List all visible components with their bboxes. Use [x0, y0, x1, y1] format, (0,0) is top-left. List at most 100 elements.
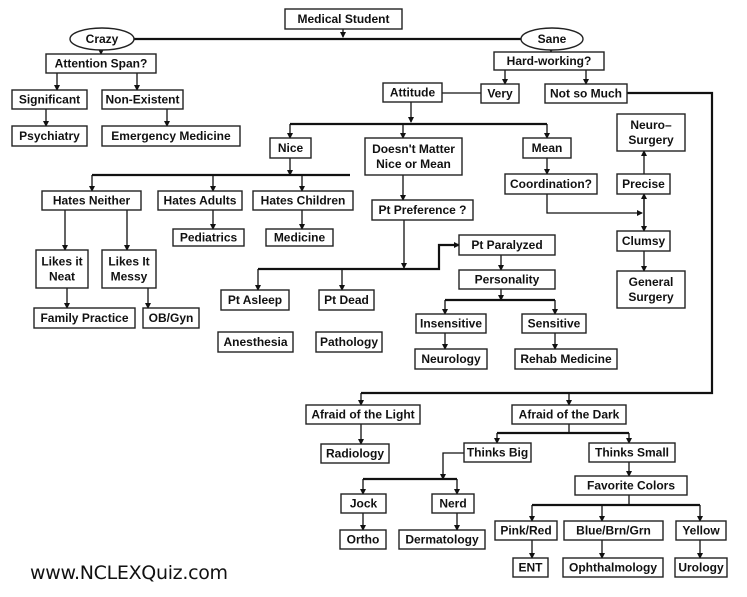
node-emergency-medicine: Emergency Medicine — [101, 125, 241, 147]
node-significant: Significant — [11, 89, 88, 110]
node-label: Significant — [19, 93, 80, 107]
node-favorite-colors: Favorite Colors — [574, 475, 688, 496]
node-label: Very — [487, 87, 513, 101]
node-label: Surgery — [628, 133, 674, 147]
node-label: Psychiatry — [19, 129, 80, 143]
node-afraid-dark: Afraid of the Dark — [511, 404, 627, 425]
node-attitude: Attitude — [382, 82, 443, 103]
node-label: Pt Preference ? — [378, 203, 466, 217]
node-label: Sane — [538, 32, 567, 46]
node-pt-preference: Pt Preference ? — [371, 199, 474, 221]
node-label: Afraid of the Light — [311, 408, 414, 422]
node-label: Urology — [678, 561, 724, 575]
node-label: Neurology — [421, 352, 481, 366]
node-coordination: Coordination? — [504, 173, 598, 195]
node-label: Pink/Red — [500, 524, 551, 538]
node-label: Precise — [622, 177, 665, 191]
node-label: Clumsy — [622, 234, 666, 248]
node-label: Pathology — [320, 335, 378, 349]
node-jock: Jock — [340, 493, 387, 514]
node-psychiatry: Psychiatry — [11, 125, 88, 147]
node-neuro-surgery: Neuro–Surgery — [616, 113, 686, 152]
node-label: Hates Adults — [164, 194, 237, 208]
node-label: Jock — [350, 497, 378, 511]
node-neurology: Neurology — [414, 348, 488, 370]
node-hates-neither: Hates Neither — [41, 190, 142, 211]
website-footer: www.NCLEXQuiz.com — [30, 562, 228, 584]
node-not-so-much: Not so Much — [544, 83, 628, 104]
node-label: Crazy — [86, 32, 119, 46]
node-nice: Nice — [269, 137, 312, 159]
node-label: OB/Gyn — [149, 311, 194, 325]
node-likes-messy: Likes ItMessy — [101, 249, 157, 289]
node-hates-adults: Hates Adults — [157, 190, 243, 211]
node-pt-asleep: Pt Asleep — [220, 289, 290, 311]
node-label: Favorite Colors — [587, 479, 675, 493]
node-label: Blue/Brn/Grn — [576, 524, 651, 538]
node-urology: Urology — [674, 557, 728, 578]
node-label: Neuro– — [630, 118, 672, 132]
node-afraid-light: Afraid of the Light — [305, 404, 421, 425]
node-label: Rehab Medicine — [520, 352, 612, 366]
node-mean: Mean — [522, 137, 572, 159]
node-label: Sensitive — [528, 317, 581, 331]
node-label: Surgery — [628, 290, 674, 304]
node-label: Anesthesia — [223, 335, 287, 349]
node-ortho: Ortho — [339, 529, 387, 550]
node-blue-brn-grn: Blue/Brn/Grn — [563, 520, 664, 541]
connector-line — [258, 242, 460, 271]
node-label: ENT — [519, 561, 544, 575]
node-label: Family Practice — [40, 311, 128, 325]
node-label: Radiology — [326, 447, 384, 461]
node-label: Pt Paralyzed — [471, 238, 542, 252]
node-label: Pt Dead — [324, 293, 369, 307]
node-label: Yellow — [682, 524, 720, 538]
node-insensitive: Insensitive — [415, 313, 487, 334]
node-label: Nerd — [439, 497, 466, 511]
node-label: Non-Existent — [105, 93, 179, 107]
node-label: General — [629, 275, 674, 289]
node-nerd: Nerd — [431, 493, 475, 514]
node-attention-span: Attention Span? — [45, 53, 157, 74]
node-label: Thinks Small — [595, 446, 669, 460]
node-label: Dermatology — [405, 533, 479, 547]
node-label: Nice — [278, 141, 304, 155]
node-thinks-small: Thinks Small — [588, 442, 676, 463]
node-label: Likes It — [108, 255, 149, 269]
node-non-existent: Non-Existent — [101, 89, 184, 110]
node-radiology: Radiology — [320, 443, 390, 464]
node-pink-red: Pink/Red — [494, 520, 558, 541]
node-label: Medicine — [274, 231, 326, 245]
node-hard-working: Hard-working? — [493, 51, 605, 71]
node-personality: Personality — [458, 269, 556, 290]
node-label: Doesn't Matter — [372, 142, 455, 156]
flowchart-nodes: Medical Student Crazy Sane Attention Span? S… — [11, 8, 728, 578]
connector-line — [546, 194, 643, 216]
node-label: Attention Span? — [55, 57, 148, 71]
node-family-practice: Family Practice — [33, 307, 136, 329]
node-label: Hates Children — [261, 194, 346, 208]
node-dermatology: Dermatology — [398, 529, 486, 550]
node-label: Likes it — [41, 255, 82, 269]
node-label: Hates Neither — [53, 194, 131, 208]
connector-line — [440, 452, 464, 480]
node-ent: ENT — [512, 557, 549, 578]
node-clumsy: Clumsy — [616, 230, 671, 252]
node-label: Emergency Medicine — [111, 129, 231, 143]
node-label: Neat — [49, 270, 75, 284]
node-label: Not so Much — [550, 87, 622, 101]
node-label: Ophthalmology — [569, 561, 657, 575]
node-hates-children: Hates Children — [252, 190, 354, 211]
node-likes-neat: Likes itNeat — [35, 249, 89, 289]
node-doesnt-matter: Doesn't MatterNice or Mean — [364, 137, 463, 176]
node-label: Personality — [475, 273, 540, 287]
node-pediatrics: Pediatrics — [172, 228, 245, 247]
node-rehab-medicine: Rehab Medicine — [514, 348, 618, 370]
node-very: Very — [480, 83, 520, 104]
node-medicine: Medicine — [265, 228, 334, 247]
node-pt-paralyzed: Pt Paralyzed — [458, 234, 556, 256]
node-label: Nice or Mean — [376, 157, 451, 171]
node-label: Pediatrics — [180, 231, 238, 245]
node-general-surgery: GeneralSurgery — [616, 270, 686, 309]
node-pt-dead: Pt Dead — [318, 289, 375, 311]
